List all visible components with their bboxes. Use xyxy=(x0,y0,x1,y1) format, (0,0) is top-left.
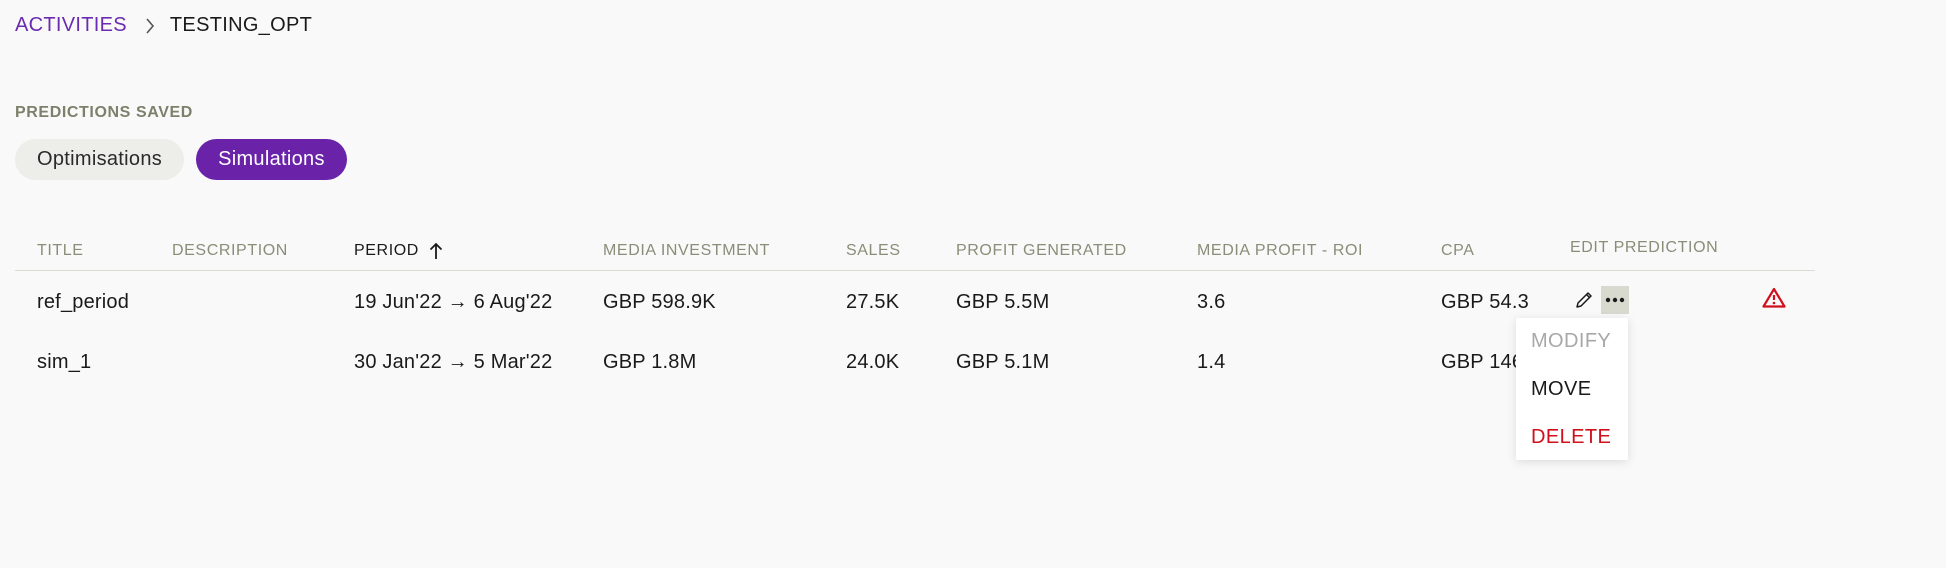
cell-sales: 27.5K xyxy=(846,291,900,313)
menu-item-modify: MODIFY xyxy=(1531,330,1612,352)
sort-ascending-icon xyxy=(429,242,443,259)
warning-icon[interactable] xyxy=(1762,287,1786,313)
cell-profit-generated: GBP 5.5M xyxy=(956,291,1050,313)
breadcrumb-activities-link[interactable]: ACTIVITIES xyxy=(15,14,127,37)
cell-title: ref_period xyxy=(37,291,130,313)
pencil-icon[interactable] xyxy=(1571,287,1597,313)
row-actions xyxy=(1571,286,1629,314)
column-header-cpa[interactable]: CPA xyxy=(1441,242,1475,260)
more-options-icon[interactable] xyxy=(1601,286,1629,314)
section-label: PREDICTIONS SAVED xyxy=(15,104,193,121)
cell-media-investment: GBP 598.9K xyxy=(603,291,716,313)
prediction-type-tabs: Optimisations Simulations xyxy=(15,139,347,180)
column-header-title[interactable]: TITLE xyxy=(37,242,84,260)
menu-item-move[interactable]: MOVE xyxy=(1531,378,1592,401)
cell-title: sim_1 xyxy=(37,351,92,373)
breadcrumb: ACTIVITIES TESTING_OPT xyxy=(15,14,312,37)
cell-media-investment: GBP 1.8M xyxy=(603,351,697,373)
breadcrumb-current: TESTING_OPT xyxy=(169,14,313,36)
tab-optimisations[interactable]: Optimisations xyxy=(15,139,185,180)
cell-roi: 3.6 xyxy=(1197,291,1226,313)
chevron-right-icon xyxy=(145,17,155,34)
column-header-edit-prediction: EDIT PREDICTION xyxy=(1570,239,1719,256)
cell-cpa: GBP 146 xyxy=(1441,351,1524,373)
column-header-description[interactable]: DESCRIPTION xyxy=(172,242,288,260)
column-header-sales[interactable]: SALES xyxy=(846,242,901,260)
row-context-menu: MODIFY MOVE DELETE xyxy=(1516,318,1628,460)
menu-item-delete[interactable]: DELETE xyxy=(1531,426,1611,449)
cell-roi: 1.4 xyxy=(1197,351,1226,373)
column-header-media-investment[interactable]: MEDIA INVESTMENT xyxy=(603,242,770,260)
column-header-period[interactable]: PERIOD xyxy=(354,242,443,260)
table-header: TITLE DESCRIPTION PERIOD MEDIA INVESTMEN… xyxy=(15,232,1815,271)
column-header-period-label: PERIOD xyxy=(354,242,419,259)
tab-simulations[interactable]: Simulations xyxy=(196,139,347,180)
cell-cpa: GBP 54.3 xyxy=(1441,291,1529,313)
cell-profit-generated: GBP 5.1M xyxy=(956,351,1050,373)
cell-period: 30 Jan'22 → 5 Mar'22 xyxy=(354,351,553,373)
column-header-profit-generated[interactable]: PROFIT GENERATED xyxy=(956,242,1127,260)
cell-period: 19 Jun'22 → 6 Aug'22 xyxy=(354,291,553,313)
cell-sales: 24.0K xyxy=(846,351,900,373)
column-header-media-profit-roi[interactable]: MEDIA PROFIT - ROI xyxy=(1197,242,1363,260)
